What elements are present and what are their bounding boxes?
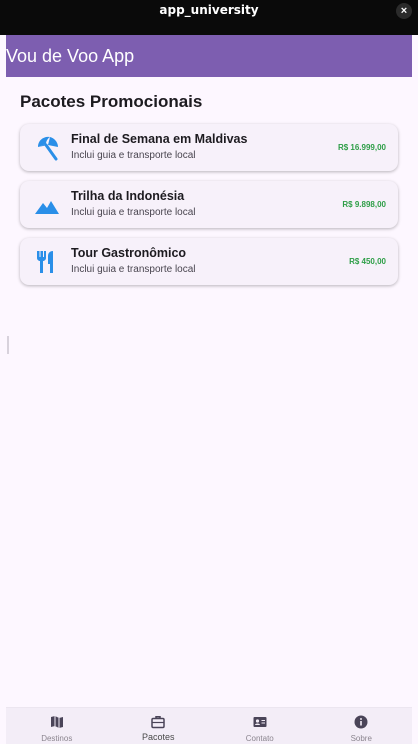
beach-umbrella-icon <box>38 136 58 161</box>
briefcase-icon <box>151 716 165 729</box>
nav-label: Destinos <box>41 734 73 743</box>
nav-label: Contato <box>245 734 274 743</box>
window-titlebar: app_university × <box>0 0 418 35</box>
nav-label: Pacotes <box>141 732 175 742</box>
package-name: Tour Gastronômico <box>71 246 187 260</box>
close-icon[interactable]: × <box>396 3 412 19</box>
package-card-gastronomico[interactable]: Tour Gastronômico Inclui guia e transpor… <box>20 238 398 285</box>
nav-item-sobre[interactable]: Sobre <box>311 708 413 744</box>
package-subtitle: Inclui guia e transporte local <box>71 264 196 275</box>
window-title: app_university <box>159 2 259 17</box>
page-title: Pacotes Promocionais <box>20 92 203 111</box>
nav-label: Sobre <box>350 734 372 743</box>
package-card-maldivas[interactable]: Final de Semana em Maldivas Inclui guia … <box>20 124 398 171</box>
info-icon <box>354 715 368 729</box>
nav-item-pacotes[interactable]: Pacotes <box>108 708 210 744</box>
package-subtitle: Inclui guia e transporte local <box>71 150 196 161</box>
package-card-indonesia[interactable]: Trilha da Indonésia Inclui guia e transp… <box>20 181 398 228</box>
bottom-navigation: Destinos Pacotes Contato Sobre <box>6 707 412 744</box>
drawer-edge-handle[interactable] <box>7 336 9 354</box>
package-price: R$ 16.999,00 <box>337 143 386 152</box>
restaurant-icon <box>37 251 53 273</box>
package-price: R$ 9.898,00 <box>342 200 386 209</box>
package-name: Trilha da Indonésia <box>71 189 185 203</box>
landscape-mountain-icon <box>35 201 59 214</box>
nav-item-destinos[interactable]: Destinos <box>6 708 108 744</box>
package-subtitle: Inclui guia e transporte local <box>71 207 196 218</box>
package-name: Final de Semana em Maldivas <box>71 132 248 146</box>
app-bar: Vou de Voo App <box>6 35 412 77</box>
main-content: Pacotes Promocionais Final de Semana em … <box>6 77 412 707</box>
package-price: R$ 450,00 <box>349 257 386 266</box>
map-icon <box>50 716 63 728</box>
contact-card-icon <box>253 717 267 727</box>
nav-item-contato[interactable]: Contato <box>209 708 311 744</box>
app-title: Vou de Voo App <box>6 45 135 66</box>
